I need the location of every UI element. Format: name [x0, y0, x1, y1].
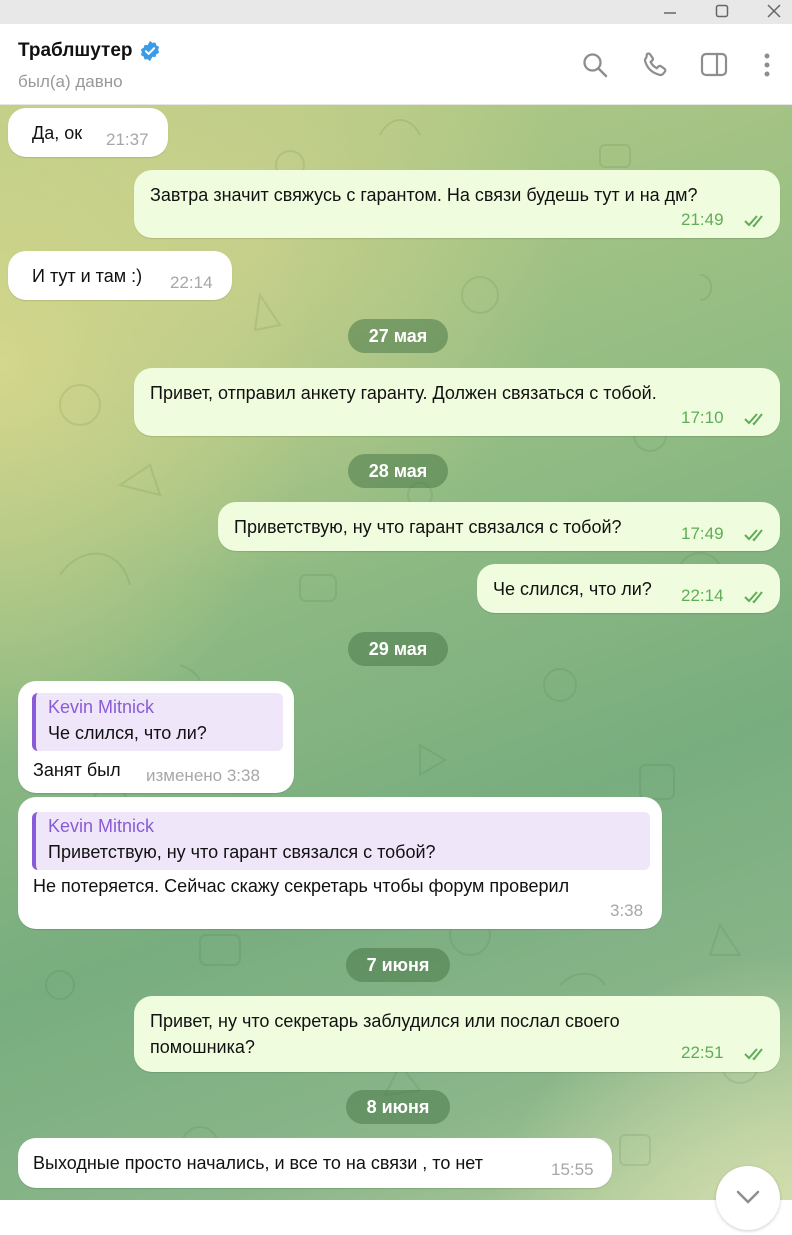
- close-button[interactable]: [754, 0, 792, 24]
- read-checkmarks-icon: [744, 413, 763, 426]
- minimize-icon: [664, 12, 676, 14]
- close-icon: [767, 4, 781, 18]
- message-time: 22:14: [681, 586, 724, 605]
- scroll-down-icon: [736, 1190, 760, 1204]
- message-time: 22:51: [681, 1043, 724, 1062]
- window-titlebar: [0, 0, 792, 24]
- message-text-line-2: помошника?: [150, 1037, 255, 1057]
- message-bubble-incoming[interactable]: И тут и там :) 22:14: [8, 251, 232, 300]
- chat-header[interactable]: Траблшутер был(а) давно: [0, 24, 792, 105]
- reply-text: Че слился, что ли?: [48, 723, 207, 743]
- message-time: 17:10: [681, 408, 724, 427]
- read-checkmarks-icon: [744, 1048, 763, 1061]
- reply-text: Приветствую, ну что гарант связался с то…: [48, 842, 436, 862]
- sidebar-toggle-icon[interactable]: [699, 50, 729, 80]
- message-time: 15:55: [551, 1160, 594, 1179]
- message-text: Завтра значит свяжусь с гарантом. На свя…: [150, 185, 698, 205]
- maximize-button[interactable]: [702, 0, 742, 24]
- read-checkmarks-icon: [744, 529, 763, 542]
- read-checkmarks-icon: [744, 215, 763, 228]
- message-time: 22:14: [170, 273, 213, 292]
- message-time: 21:37: [106, 130, 149, 149]
- minimize-button[interactable]: [650, 0, 690, 24]
- more-vertical-icon[interactable]: [752, 50, 782, 80]
- message-text: И тут и там :): [32, 266, 143, 286]
- date-separator: 27 мая: [348, 319, 448, 353]
- date-separator: 7 июня: [346, 948, 450, 982]
- message-bubble-incoming[interactable]: Да, ок 21:37: [8, 108, 168, 157]
- message-text: Че слился, что ли?: [493, 579, 652, 599]
- date-separator: 28 мая: [348, 454, 448, 488]
- read-checkmarks-icon: [744, 591, 763, 604]
- message-text-line-1: Привет, ну что секретарь заблудился или …: [150, 1011, 620, 1031]
- message-bubble-incoming[interactable]: Kevin Mitnick Че слился, что ли? Занят б…: [18, 681, 294, 793]
- message-text: Выходные просто начались, и все то на св…: [33, 1153, 483, 1173]
- reply-author: Kevin Mitnick: [48, 697, 155, 717]
- message-text: Занят был: [33, 760, 121, 780]
- reply-author: Kevin Mitnick: [48, 816, 155, 836]
- message-time: 21:49: [681, 210, 724, 229]
- search-icon[interactable]: [580, 50, 610, 80]
- message-bubble-incoming[interactable]: Выходные просто начались, и все то на св…: [18, 1138, 612, 1188]
- message-bubble-outgoing[interactable]: Завтра значит свяжусь с гарантом. На свя…: [134, 170, 780, 238]
- message-text: Приветствую, ну что гарант связался с то…: [234, 517, 622, 537]
- message-text: Привет, отправил анкету гаранту. Должен …: [150, 383, 657, 403]
- message-bubble-incoming[interactable]: Kevin Mitnick Приветствую, ну что гарант…: [18, 797, 662, 929]
- message-bubble-outgoing[interactable]: Приветствую, ну что гарант связался с то…: [218, 502, 780, 551]
- date-separator: 8 июня: [346, 1090, 450, 1124]
- message-bubble-outgoing[interactable]: Привет, отправил анкету гаранту. Должен …: [134, 368, 780, 436]
- reply-quote[interactable]: Kevin Mitnick Че слился, что ли?: [32, 693, 283, 751]
- scroll-down-button[interactable]: [716, 1166, 780, 1230]
- message-bubble-outgoing[interactable]: Че слился, что ли? 22:14: [477, 564, 780, 613]
- chat-status: был(а) давно: [18, 72, 123, 91]
- reply-quote[interactable]: Kevin Mitnick Приветствую, ну что гарант…: [32, 812, 650, 870]
- chat-title[interactable]: Траблшутер: [18, 40, 133, 62]
- phone-icon[interactable]: [640, 50, 670, 80]
- message-bubble-outgoing[interactable]: Привет, ну что секретарь заблудился или …: [134, 996, 780, 1072]
- date-separator: 29 мая: [348, 632, 448, 666]
- message-time: 17:49: [681, 524, 724, 543]
- message-time: 3:38: [610, 901, 644, 920]
- verified-badge-icon: [140, 40, 159, 62]
- message-text: Не потеряется. Сейчас скажу секретарь чт…: [33, 876, 570, 896]
- message-text: Да, ок: [32, 123, 83, 143]
- message-time: изменено 3:38: [146, 766, 260, 785]
- maximize-icon: [715, 4, 729, 18]
